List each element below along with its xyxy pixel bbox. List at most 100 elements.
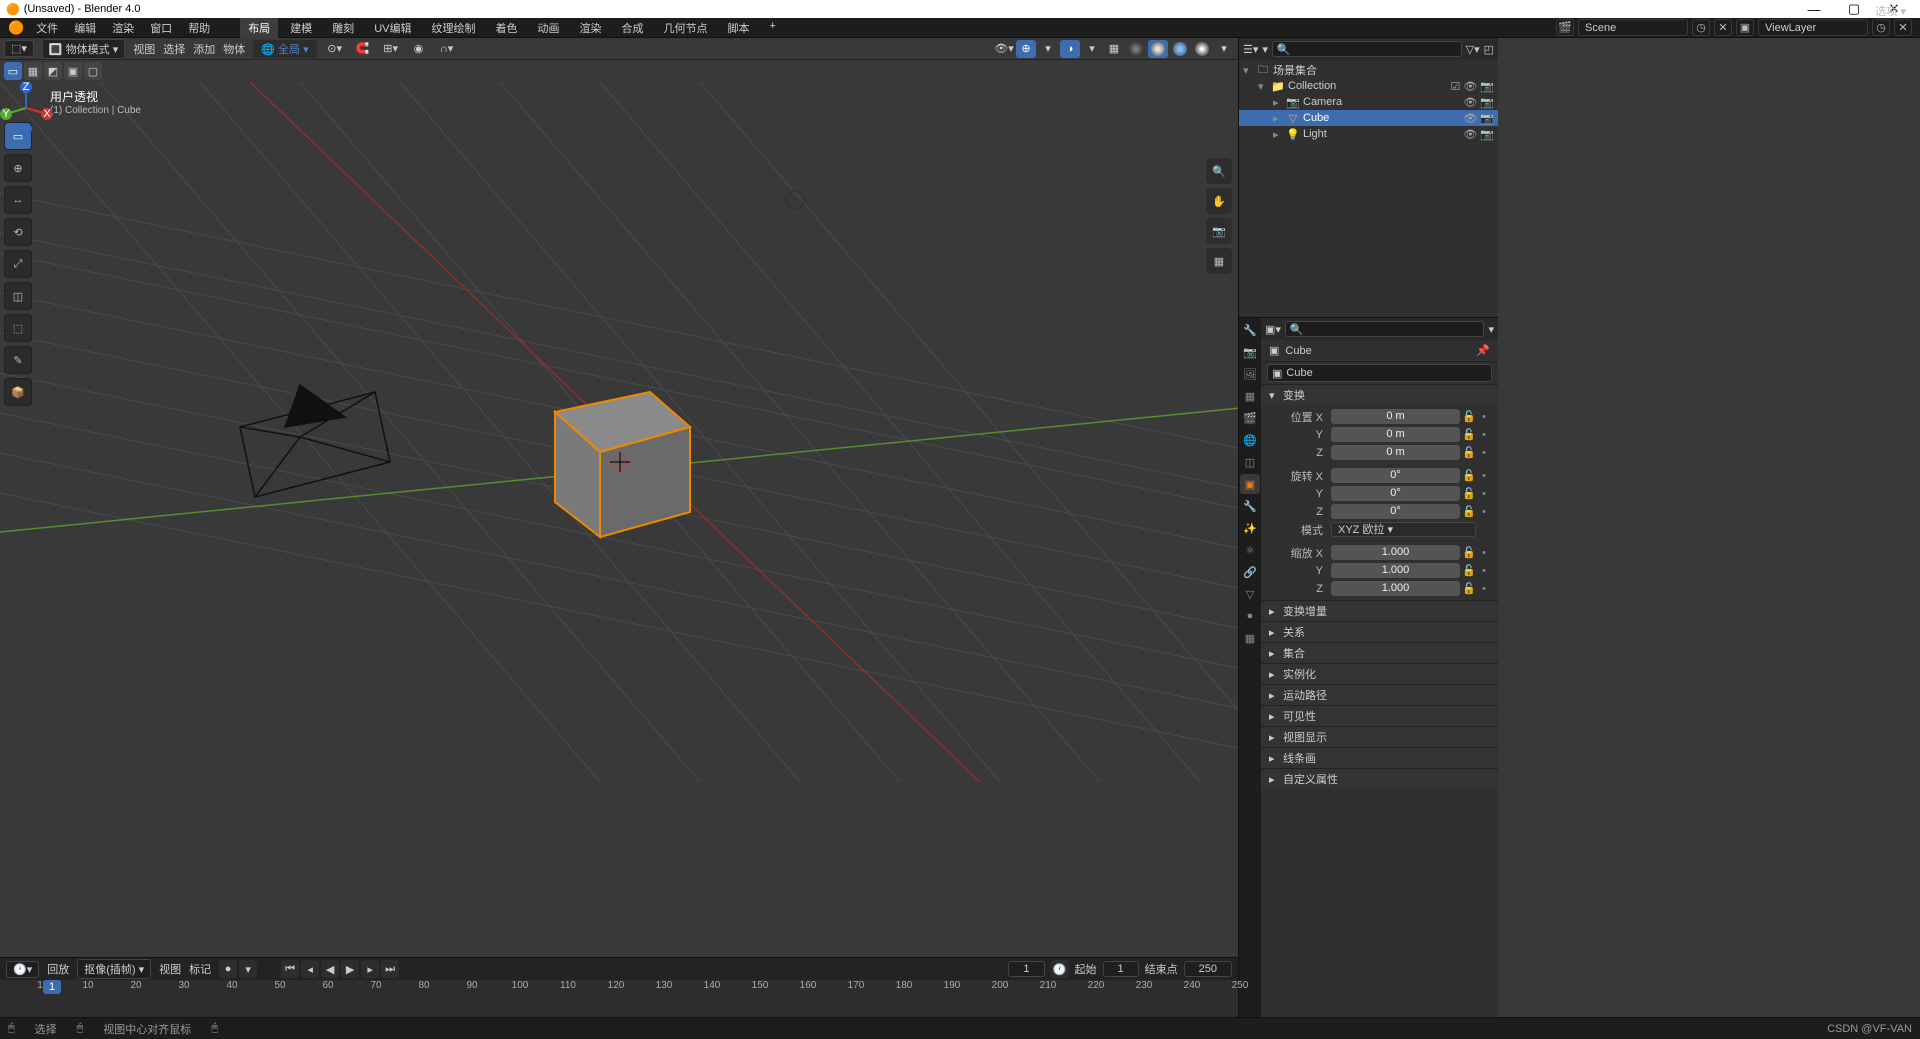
- visibility-dropdown[interactable]: 👁▾: [994, 40, 1014, 58]
- proportional-dropdown[interactable]: ∩▾: [437, 40, 457, 58]
- tool-measure[interactable]: ✎: [4, 346, 32, 374]
- disable-render-icon[interactable]: 📷: [1480, 80, 1494, 93]
- tree-toggle[interactable]: ▸: [1273, 112, 1283, 125]
- start-frame[interactable]: 1: [1103, 961, 1139, 977]
- scale-z[interactable]: 1.000: [1331, 581, 1460, 596]
- tl-marker-menu[interactable]: 标记: [189, 961, 211, 977]
- tab-data[interactable]: ▽: [1240, 584, 1260, 604]
- panel-relations-header[interactable]: ▸关系: [1261, 622, 1498, 642]
- play[interactable]: ▶: [341, 960, 359, 978]
- outliner-row-camera[interactable]: ▸📷Camera👁📷: [1239, 94, 1498, 110]
- pin-icon[interactable]: 📌: [1476, 344, 1490, 357]
- keyframe-dot[interactable]: •: [1478, 488, 1490, 500]
- tab-compositing[interactable]: 合成: [613, 18, 651, 38]
- outliner-row-cube[interactable]: ▸▽Cube👁📷: [1239, 110, 1498, 126]
- tab-modeling[interactable]: 建模: [282, 18, 320, 38]
- menu-edit[interactable]: 编辑: [68, 18, 102, 38]
- rotation-mode-dropdown[interactable]: XYZ 欧拉 ▾: [1331, 522, 1476, 537]
- hide-icon[interactable]: 👁: [1463, 80, 1477, 93]
- mode-dropdown[interactable]: 🔳 物体模式 ▾: [42, 39, 125, 59]
- outliner-row-scene[interactable]: ▾🗀场景集合: [1239, 62, 1498, 78]
- keyframe-dot[interactable]: •: [1478, 565, 1490, 577]
- tl-keying-menu[interactable]: 抠像(插帧) ▾: [77, 959, 151, 979]
- panel-collections-header[interactable]: ▸集合: [1261, 643, 1498, 663]
- tab-world[interactable]: 🌐: [1240, 430, 1260, 450]
- panel-viewport-header[interactable]: ▸视图显示: [1261, 727, 1498, 747]
- panel-visibility-header[interactable]: ▸可见性: [1261, 706, 1498, 726]
- hide-icon[interactable]: 👁: [1463, 128, 1477, 141]
- tab-animation[interactable]: 动画: [529, 18, 567, 38]
- keyframe-dot[interactable]: •: [1478, 547, 1490, 559]
- rotation-z[interactable]: 0°: [1331, 504, 1460, 519]
- autokey-toggle[interactable]: ●: [219, 960, 237, 978]
- tool-cursor[interactable]: ⊕: [4, 154, 32, 182]
- view-menu[interactable]: 视图: [133, 41, 155, 57]
- scene-field[interactable]: Scene: [1578, 19, 1688, 36]
- lock-icon[interactable]: 🔓: [1462, 446, 1476, 459]
- outliner-filter-icon[interactable]: ▽▾: [1466, 43, 1480, 56]
- orientation-dropdown[interactable]: 🌐 全局 ▾: [253, 40, 316, 58]
- layer-new-button[interactable]: ◷: [1872, 19, 1890, 36]
- timeline-ruler[interactable]: 1 11020304050607080901001101201301401501…: [0, 980, 1238, 1017]
- lock-icon[interactable]: 🔓: [1462, 546, 1476, 559]
- menu-render[interactable]: 渲染: [106, 18, 140, 38]
- tl-playback-menu[interactable]: 回放: [47, 961, 69, 977]
- rotation-x[interactable]: 0°: [1331, 468, 1460, 483]
- outliner-type-dropdown[interactable]: ☰▾: [1243, 43, 1258, 56]
- select-menu[interactable]: 选择: [163, 41, 185, 57]
- add-menu[interactable]: 添加: [193, 41, 215, 57]
- shading-wireframe[interactable]: [1126, 40, 1146, 58]
- scale-x[interactable]: 1.000: [1331, 545, 1460, 560]
- lock-icon[interactable]: 🔓: [1462, 469, 1476, 482]
- menu-file[interactable]: 文件: [30, 18, 64, 38]
- location-x[interactable]: 0 m: [1331, 409, 1460, 424]
- lock-icon[interactable]: 🔓: [1462, 505, 1476, 518]
- options-dropdown[interactable]: 选项 ▾: [1867, 2, 1914, 20]
- tab-scene[interactable]: 🎬: [1240, 408, 1260, 428]
- layer-browse-icon[interactable]: ▣: [1736, 19, 1754, 36]
- keyframe-dot[interactable]: •: [1478, 470, 1490, 482]
- selmode-lasso[interactable]: ▣: [64, 62, 82, 80]
- lock-icon[interactable]: 🔓: [1462, 582, 1476, 595]
- snap-toggle[interactable]: 🧲: [353, 40, 373, 58]
- shading-dropdown[interactable]: ▾: [1214, 40, 1234, 58]
- tab-shading[interactable]: 着色: [487, 18, 525, 38]
- xray-toggle[interactable]: ▦: [1104, 40, 1124, 58]
- tab-tool[interactable]: 🔧: [1240, 320, 1260, 340]
- menu-window[interactable]: 窗口: [144, 18, 178, 38]
- tool-addcube[interactable]: 📦: [4, 378, 32, 406]
- exclude-checkbox[interactable]: ☑: [1450, 80, 1460, 93]
- jump-first[interactable]: ⏮: [281, 960, 299, 978]
- nav-pan[interactable]: ✋: [1206, 188, 1232, 214]
- tool-transform[interactable]: ◫: [4, 282, 32, 310]
- properties-search[interactable]: 🔍: [1285, 321, 1485, 337]
- tab-scripting[interactable]: 脚本: [719, 18, 757, 38]
- tab-texture[interactable]: 纹理绘制: [423, 18, 483, 38]
- tab-layout[interactable]: 布局: [240, 18, 278, 38]
- nav-gizmo[interactable]: X Y Z: [0, 82, 52, 134]
- gizmo-dropdown[interactable]: ▾: [1038, 40, 1058, 58]
- panel-custom-header[interactable]: ▸自定义属性: [1261, 769, 1498, 789]
- disable-render-icon[interactable]: 📷: [1480, 112, 1494, 125]
- selmode-5[interactable]: ▢: [84, 62, 102, 80]
- tab-texture[interactable]: ▦: [1240, 628, 1260, 648]
- hide-icon[interactable]: 👁: [1463, 112, 1477, 125]
- panel-delta-header[interactable]: ▸变换增量: [1261, 601, 1498, 621]
- tree-toggle[interactable]: ▸: [1273, 128, 1283, 141]
- tool-rotate[interactable]: ⟲: [4, 218, 32, 246]
- jump-prev-key[interactable]: ◂: [301, 960, 319, 978]
- panel-motion-header[interactable]: ▸运动路径: [1261, 685, 1498, 705]
- rotation-y[interactable]: 0°: [1331, 486, 1460, 501]
- nav-camera[interactable]: 📷: [1206, 218, 1232, 244]
- selmode-tweak[interactable]: ▭: [4, 62, 22, 80]
- tab-output[interactable]: 🖼: [1240, 364, 1260, 384]
- autokey-dropdown[interactable]: ▾: [239, 960, 257, 978]
- tool-move[interactable]: ↔: [4, 186, 32, 214]
- jump-last[interactable]: ⏭: [381, 960, 399, 978]
- pivot-dropdown[interactable]: ⊙▾: [325, 40, 345, 58]
- scene-browse-icon[interactable]: 🎬: [1556, 19, 1574, 36]
- scene-delete-button[interactable]: ✕: [1714, 19, 1732, 36]
- tool-annotate[interactable]: ⬚: [4, 314, 32, 342]
- shading-rendered[interactable]: [1192, 40, 1212, 58]
- lock-icon[interactable]: 🔓: [1462, 428, 1476, 441]
